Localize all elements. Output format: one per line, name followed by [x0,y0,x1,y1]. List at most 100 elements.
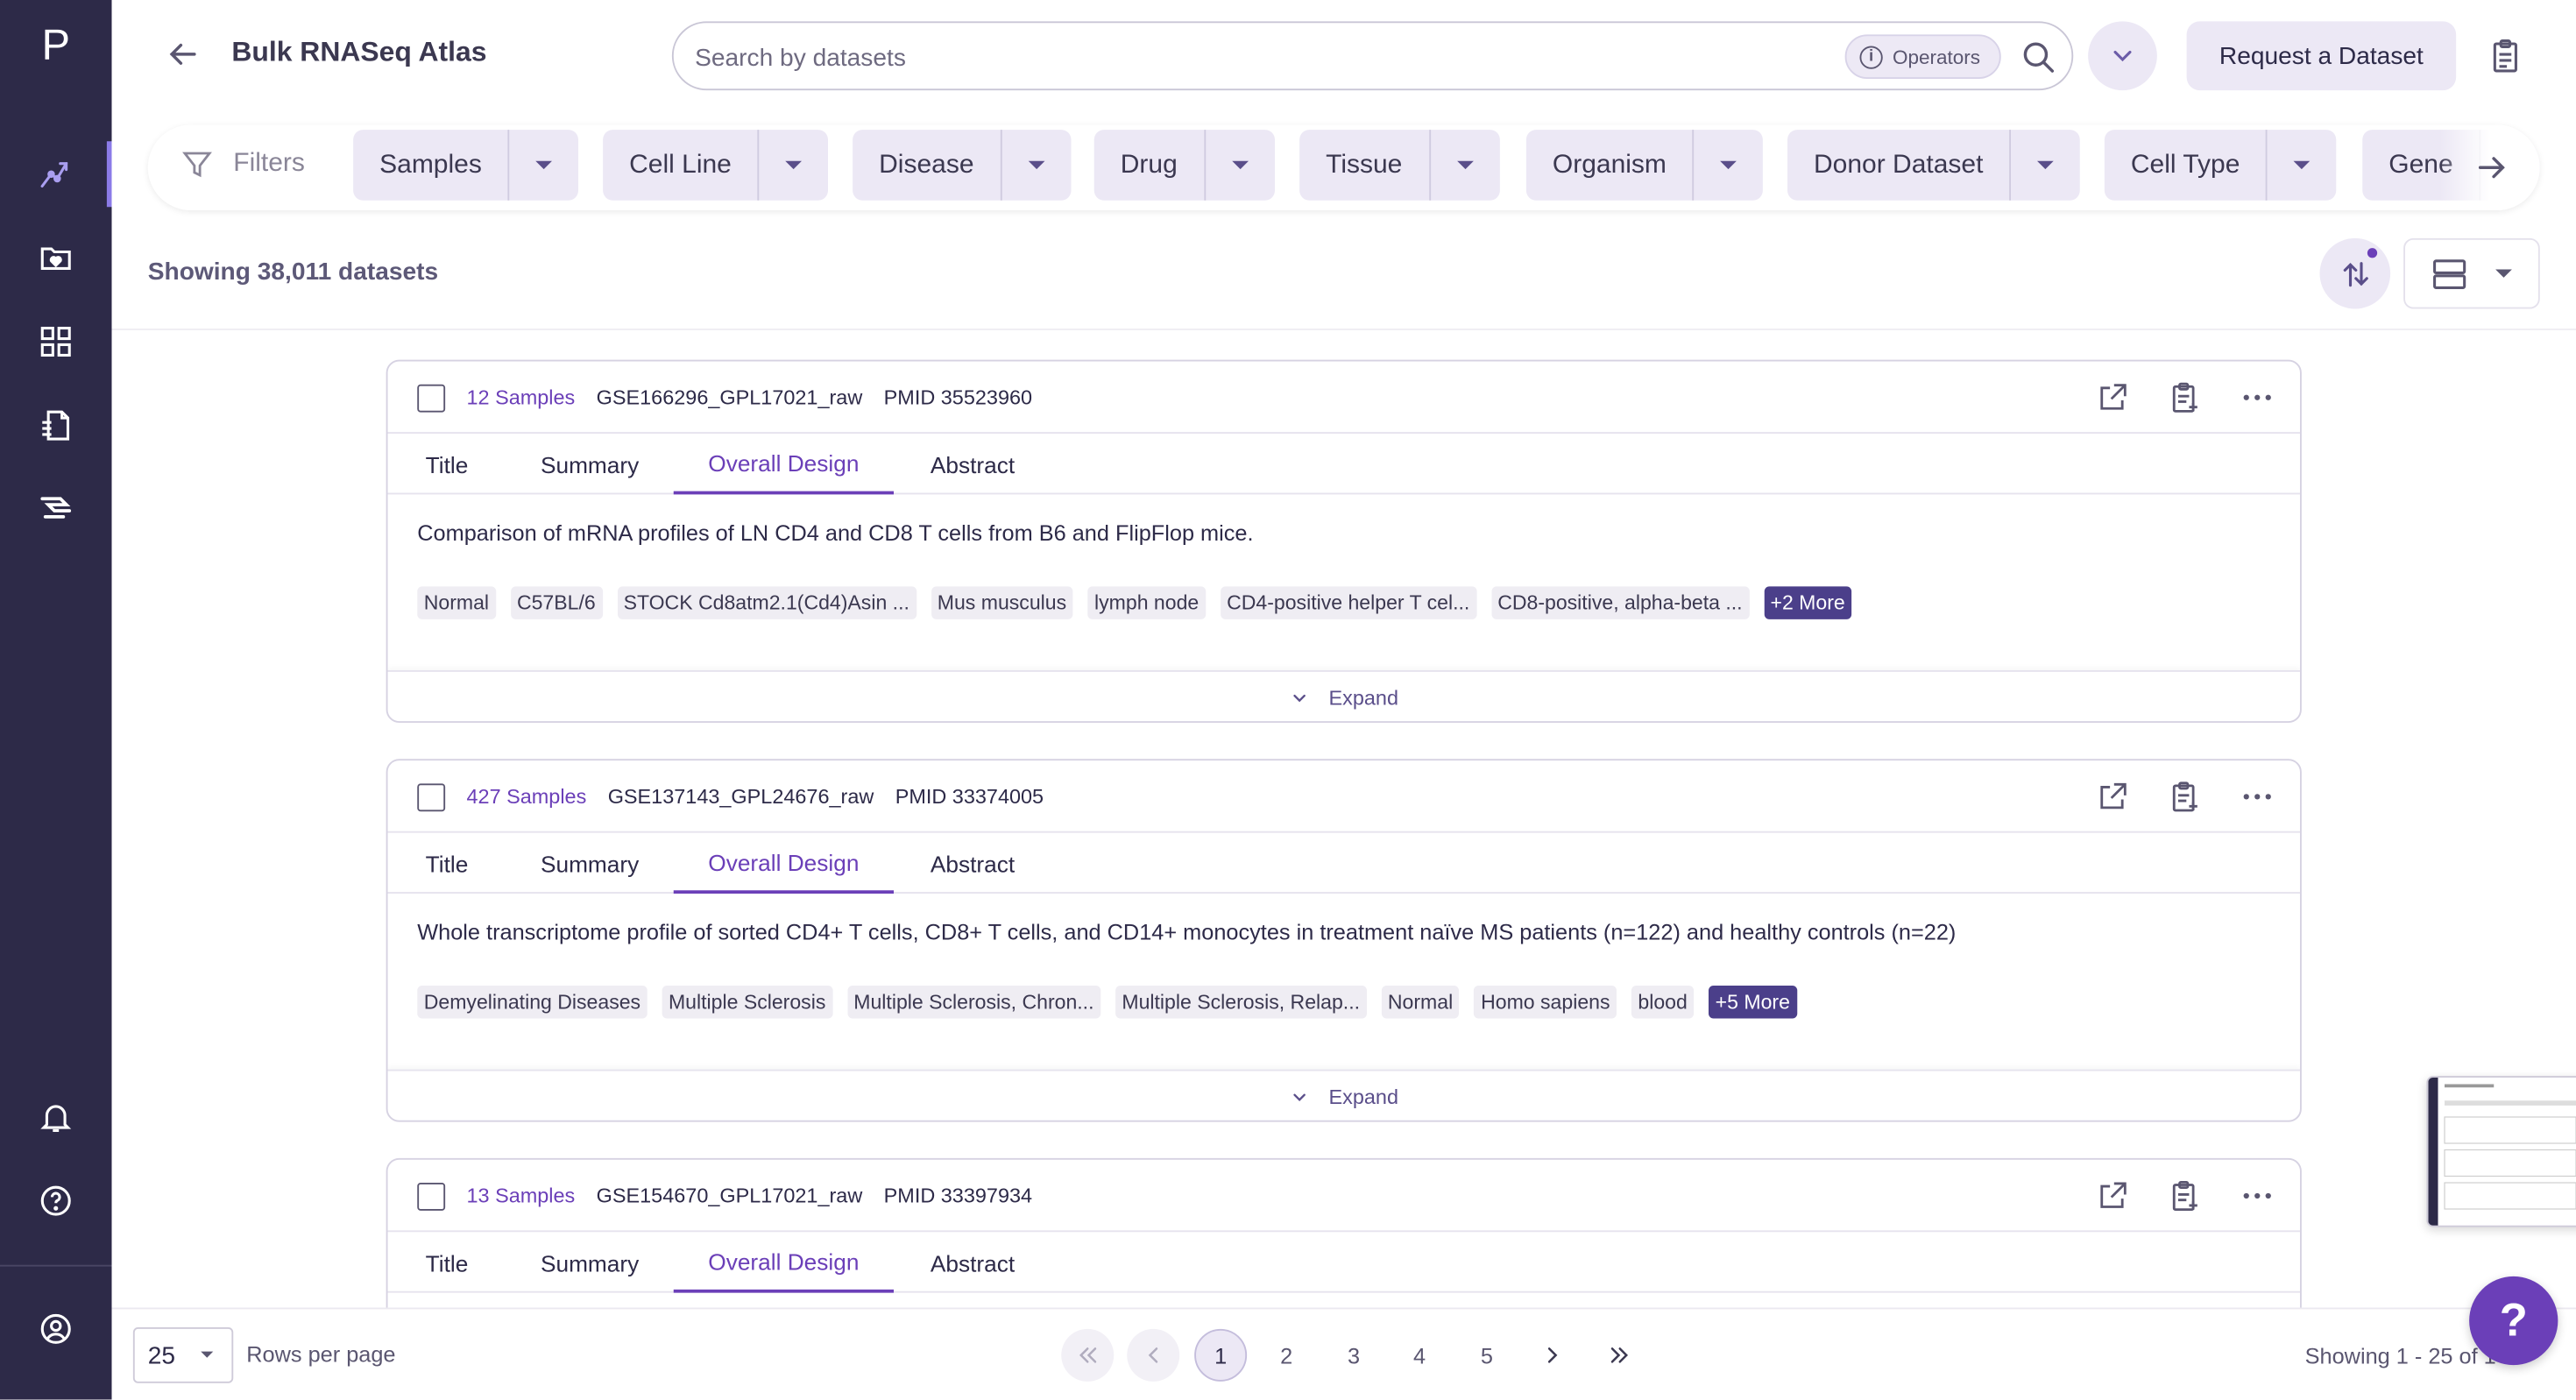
sidebar-item-apps[interactable] [0,309,112,375]
pmid: PMID 33397934 [883,1184,1033,1208]
search-options-dropdown[interactable] [2088,21,2157,91]
caret-down-icon[interactable] [1695,130,1764,201]
tab-abstract[interactable]: Abstract [894,1232,1051,1292]
add-to-clipboard-icon[interactable] [2169,381,2202,414]
select-checkbox[interactable] [417,783,446,812]
more-tags-button[interactable]: +5 More [1709,986,1797,1019]
tab-overall-design[interactable]: Overall Design [673,434,894,495]
filter-chip-tissue[interactable]: Tissue [1299,130,1499,201]
filter-chip-label: Drug [1094,130,1206,201]
filter-chip-organism[interactable]: Organism [1525,130,1764,201]
request-dataset-button[interactable]: Request a Dataset [2186,21,2457,91]
search-icon[interactable] [2020,39,2056,75]
filter-icon [182,152,212,178]
screenshot-thumbnail[interactable] [2426,1076,2576,1227]
sample-count-link[interactable]: 427 Samples [467,785,587,808]
add-to-clipboard-icon[interactable] [2169,1179,2202,1213]
view-toggle-button[interactable] [2403,237,2540,309]
tab-title[interactable]: Title [388,1232,506,1292]
card-meta: 12 Samples GSE166296_GPL17021_raw PMID 3… [467,362,1033,435]
sort-button[interactable] [2319,237,2391,309]
sample-count-link[interactable]: 12 Samples [467,386,576,409]
caret-down-icon[interactable] [2268,130,2337,201]
caret-down-icon[interactable] [1206,130,1275,201]
tab-overall-design[interactable]: Overall Design [673,833,894,894]
filter-chip-label: Disease [853,130,1002,201]
sidebar-item-account[interactable] [0,1296,112,1361]
select-checkbox[interactable] [417,1183,446,1211]
tag: Multiple Sclerosis [662,986,832,1019]
pmid: PMID 35523960 [883,385,1033,409]
caret-down-icon[interactable] [1430,130,1499,201]
tag: Homo sapiens [1474,986,1617,1019]
tab-overall-design[interactable]: Overall Design [673,1232,894,1293]
filter-chip-disease[interactable]: Disease [853,130,1072,201]
rows-per-page-value: 25 [147,1340,176,1369]
tab-title[interactable]: Title [388,434,506,494]
last-page-button[interactable] [1594,1329,1646,1382]
dataset-description: Comparison of mRNA profiles of LN CD4 an… [417,520,1254,546]
sidebar-item-reports[interactable] [0,392,112,458]
page-title: Bulk RNASeq Atlas [231,36,487,67]
caret-down-icon[interactable] [760,130,829,201]
open-external-icon[interactable] [2097,1179,2130,1213]
filter-chip-label: Tissue [1299,130,1431,201]
rows-per-page-select[interactable]: 25 [132,1327,234,1383]
tab-abstract[interactable]: Abstract [894,833,1051,894]
search-input[interactable] [695,39,1813,76]
back-button[interactable] [161,33,204,76]
sidebar-item-notifications[interactable] [0,1085,112,1150]
card-actions [2097,760,2275,833]
expand-button[interactable]: Expand [387,670,2300,721]
more-tags-button[interactable]: +2 More [1763,586,1852,619]
sidebar-item-pipelines[interactable] [0,477,112,542]
page-button-4[interactable]: 4 [1393,1329,1446,1382]
filter-chip-samples[interactable]: Samples [353,130,579,201]
open-external-icon[interactable] [2097,781,2130,814]
tab-abstract[interactable]: Abstract [894,434,1051,494]
expand-button[interactable]: Expand [387,1069,2300,1121]
add-to-clipboard-icon[interactable] [2169,781,2202,814]
more-options-icon[interactable] [2241,1179,2275,1213]
filter-chip-drug[interactable]: Drug [1093,130,1275,201]
select-checkbox[interactable] [417,384,446,413]
sidebar-item-help[interactable] [0,1168,112,1234]
tab-summary[interactable]: Summary [506,833,674,894]
sample-count-link[interactable]: 13 Samples [467,1184,576,1207]
tag-row: Normal C57BL/6 STOCK Cd8atm2.1(Cd4)Asin … [417,586,1852,619]
page-button-5[interactable]: 5 [1461,1329,1513,1382]
sidebar-item-saved[interactable] [0,225,112,291]
caret-down-icon[interactable] [2011,130,2080,201]
filter-chip-cell-line[interactable]: Cell Line [603,130,829,201]
prev-page-button[interactable] [1127,1328,1180,1382]
app-logo[interactable]: P [0,17,112,73]
page-button-1[interactable]: 1 [1194,1328,1248,1382]
page-button-2[interactable]: 2 [1260,1329,1313,1382]
chevron-down-icon [1292,1092,1306,1101]
sidebar-item-explorer[interactable] [0,141,112,208]
caret-down-icon[interactable] [510,130,579,201]
help-chat-button[interactable]: ? [2469,1276,2558,1366]
filter-chip-cell-type[interactable]: Cell Type [2104,130,2338,201]
scroll-filters-right-button[interactable] [2439,124,2540,210]
open-external-icon[interactable] [2097,381,2130,414]
saved-datasets-icon [40,247,71,270]
card-actions [2097,362,2275,435]
first-page-button[interactable] [1061,1328,1115,1382]
card-tabs: Title Summary Overall Design Abstract [387,434,2300,495]
tag: Normal [1381,986,1460,1019]
operators-button[interactable]: i Operators [1844,34,2002,79]
filter-chip-donor-dataset[interactable]: Donor Dataset [1787,130,2081,201]
next-page-button[interactable] [1526,1329,1579,1382]
page-button-3[interactable]: 3 [1327,1329,1380,1382]
more-options-icon[interactable] [2241,781,2275,814]
tag: Multiple Sclerosis, Chron... [846,986,1100,1019]
more-options-icon[interactable] [2241,381,2275,414]
tab-summary[interactable]: Summary [506,434,674,494]
caret-down-icon[interactable] [1001,130,1071,201]
tab-title[interactable]: Title [388,833,506,894]
clipboard-icon[interactable] [2488,36,2523,75]
tab-summary[interactable]: Summary [506,1232,674,1292]
apps-grid-icon [40,326,71,357]
tag: C57BL/6 [510,586,603,619]
